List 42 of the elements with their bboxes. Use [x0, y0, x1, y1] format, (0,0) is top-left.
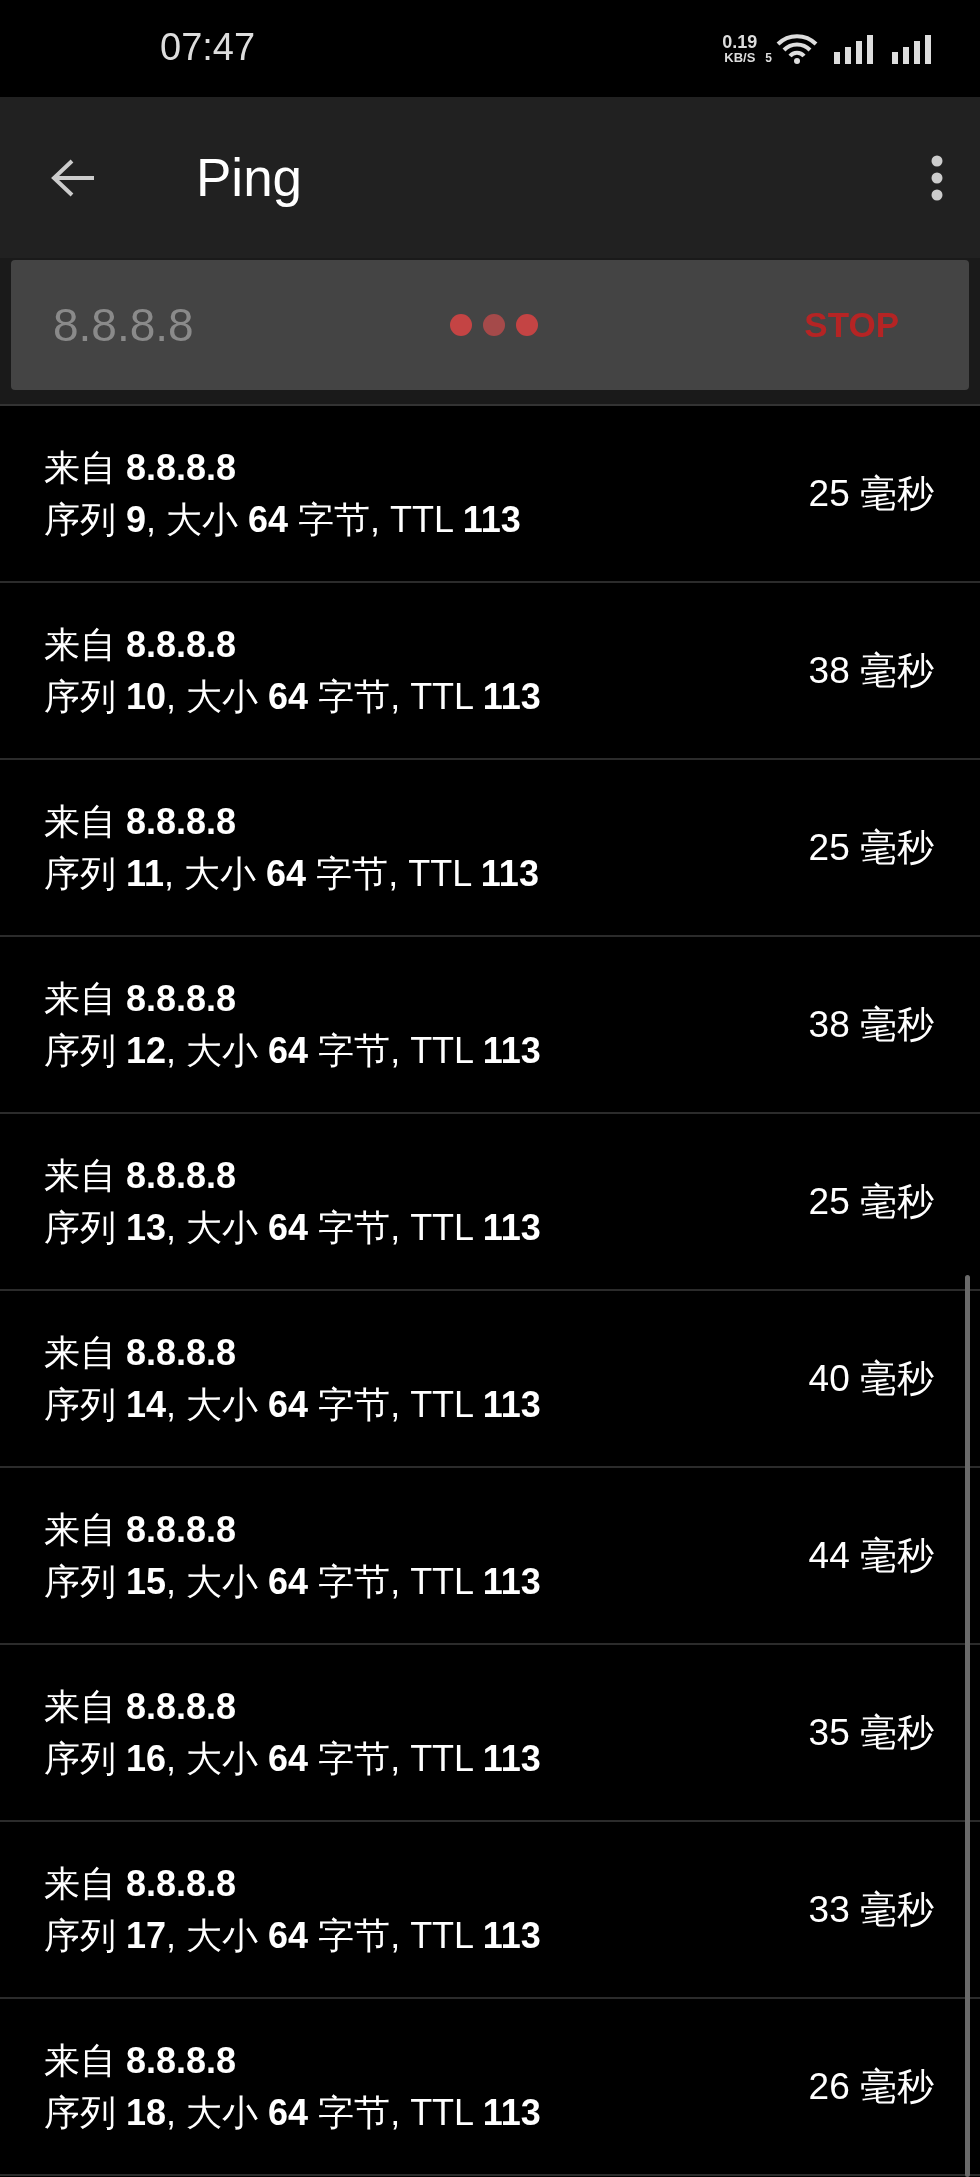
screen-title: Ping [196, 147, 304, 208]
reply-time: 35 毫秒 [808, 1710, 934, 1755]
more-menu-button[interactable] [930, 154, 944, 201]
reply-details: 序列 18, 大小 64 字节, TTL 113 [44, 2090, 542, 2134]
reply-details: 序列 10, 大小 64 字节, TTL 113 [44, 674, 542, 718]
reply-source: 来自 8.8.8.8 [44, 2039, 238, 2083]
status-time: 07:47 [160, 26, 256, 69]
reply-time: 25 毫秒 [808, 471, 934, 516]
signal-icon [892, 33, 934, 64]
reply-source: 来自 8.8.8.8 [44, 1685, 238, 1729]
reply-source: 来自 8.8.8.8 [44, 977, 238, 1021]
reply-time: 33 毫秒 [808, 1887, 934, 1932]
reply-time: 25 毫秒 [808, 1179, 934, 1224]
reply-source: 来自 8.8.8.8 [44, 1331, 238, 1375]
reply-source: 来自 8.8.8.8 [44, 446, 238, 490]
reply-source: 来自 8.8.8.8 [44, 1862, 238, 1906]
reply-time: 44 毫秒 [808, 1533, 934, 1578]
reply-source: 来自 8.8.8.8 [44, 623, 238, 667]
wifi-icon [776, 32, 818, 65]
wifi-generation-label: 5 [765, 50, 772, 65]
reply-details: 序列 12, 大小 64 字节, TTL 113 [44, 1028, 542, 1072]
reply-time: 25 毫秒 [808, 825, 934, 870]
reply-time: 26 毫秒 [808, 2064, 934, 2109]
reply-source: 来自 8.8.8.8 [44, 800, 238, 844]
reply-details: 序列 16, 大小 64 字节, TTL 113 [44, 1736, 542, 1780]
signal-icon [834, 33, 876, 64]
reply-details: 序列 13, 大小 64 字节, TTL 113 [44, 1205, 542, 1249]
back-button[interactable] [50, 157, 96, 198]
network-speed: 0.19 [722, 33, 758, 51]
reply-time: 38 毫秒 [808, 1002, 934, 1047]
reply-time: 40 毫秒 [808, 1356, 934, 1401]
network-speed-unit: KB/S [724, 51, 756, 64]
reply-source: 来自 8.8.8.8 [44, 1154, 238, 1198]
reply-details: 序列 11, 大小 64 字节, TTL 113 [44, 851, 540, 895]
reply-source: 来自 8.8.8.8 [44, 1508, 238, 1552]
reply-details: 序列 17, 大小 64 字节, TTL 113 [44, 1913, 542, 1957]
stop-button[interactable]: STOP [804, 305, 899, 345]
reply-details: 序列 14, 大小 64 字节, TTL 113 [44, 1382, 542, 1426]
reply-details: 序列 15, 大小 64 字节, TTL 113 [44, 1559, 542, 1603]
host-field[interactable]: 8.8.8.8 [53, 298, 450, 352]
reply-time: 38 毫秒 [808, 648, 934, 693]
reply-details: 序列 9, 大小 64 字节, TTL 113 [44, 497, 522, 541]
